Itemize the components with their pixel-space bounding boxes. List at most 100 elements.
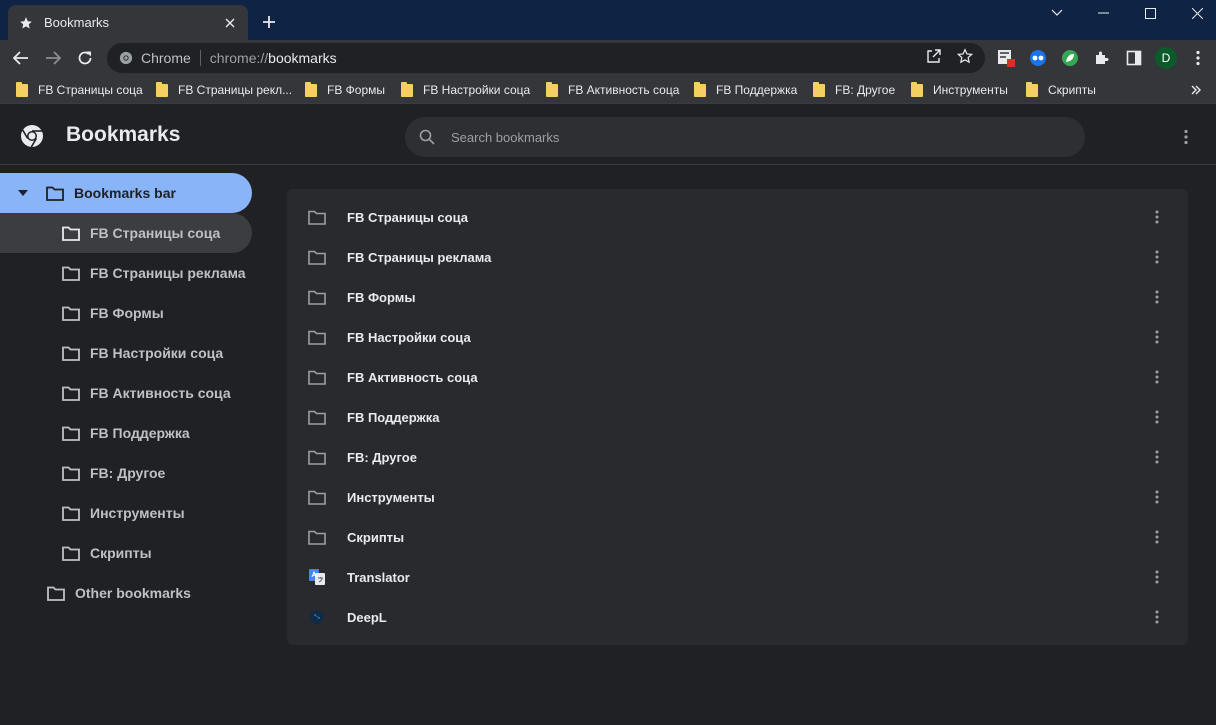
more-actions-icon[interactable] (1147, 407, 1167, 427)
tree-item-bookmarks-bar[interactable]: Bookmarks bar (0, 173, 252, 213)
caret-down-icon[interactable] (17, 187, 29, 199)
address-bar[interactable]: Chrome chrome://bookmarks (107, 43, 985, 73)
list-item[interactable]: FB Настройки соца (287, 317, 1188, 357)
tab-bookmarks[interactable]: Bookmarks (8, 5, 248, 40)
bookmark-star-icon[interactable] (956, 47, 974, 65)
reload-button[interactable] (71, 44, 99, 72)
tab-search-button[interactable] (1034, 0, 1080, 26)
tree-item[interactable]: FB Настройки соца (0, 333, 223, 373)
bookmark-folder[interactable]: FB Формы (305, 81, 385, 99)
folder-icon (62, 305, 80, 321)
bookmark-folder[interactable]: FB: Другое (813, 81, 895, 99)
url-host: bookmarks (268, 50, 337, 66)
tree-item[interactable]: FB Поддержка (0, 413, 190, 453)
bookmark-folder[interactable]: FB Страницы рекл... (156, 81, 292, 99)
list-item-label: FB Поддержка (347, 409, 440, 425)
list-item[interactable]: FB: Другое (287, 437, 1188, 477)
folder-icon (813, 81, 825, 97)
more-actions-icon[interactable] (1147, 327, 1167, 347)
forward-button[interactable] (39, 44, 67, 72)
folder-icon (308, 488, 326, 506)
more-actions-icon[interactable] (1147, 367, 1167, 387)
bookmark-folder[interactable]: FB Страницы соца (16, 81, 143, 99)
folder-icon (911, 81, 923, 97)
search-input[interactable] (451, 129, 1051, 145)
list-item[interactable]: FB Страницы реклама (287, 237, 1188, 277)
folder-icon (47, 585, 65, 601)
folder-icon (62, 225, 80, 241)
star-icon (18, 15, 34, 31)
close-window-button[interactable] (1174, 0, 1216, 26)
folder-icon (62, 265, 80, 281)
share-icon[interactable] (925, 47, 943, 65)
list-item[interactable]: Translator (287, 557, 1188, 597)
folder-icon (62, 345, 80, 361)
bookmark-folder[interactable]: FB Активность соца (546, 81, 679, 99)
search-icon (418, 128, 436, 146)
extension-glasses-icon[interactable] (1028, 48, 1048, 68)
tree-item-label: FB Страницы реклама (90, 265, 246, 281)
menu-icon[interactable] (1188, 48, 1208, 68)
folder-icon (46, 185, 64, 201)
tree-item-label: Other bookmarks (75, 585, 191, 601)
list-item-label: FB Активность соца (347, 369, 478, 385)
extension-leaf-icon[interactable] (1060, 48, 1080, 68)
folder-icon (1026, 81, 1038, 97)
tree-item[interactable]: FB Активность соца (0, 373, 231, 413)
more-actions-icon[interactable] (1147, 247, 1167, 267)
tree-item[interactable]: FB Страницы соца (0, 213, 252, 253)
list-item[interactable]: Скрипты (287, 517, 1188, 557)
more-actions-icon[interactable] (1147, 207, 1167, 227)
bookmark-folder[interactable]: Скрипты (1026, 81, 1096, 99)
more-actions-icon[interactable] (1147, 287, 1167, 307)
list-item-label: FB: Другое (347, 449, 417, 465)
bookmark-folder[interactable]: FB Настройки соца (401, 81, 530, 99)
more-actions-icon[interactable] (1147, 607, 1167, 627)
list-item[interactable]: FB Страницы соца (287, 197, 1188, 237)
tree-item-other-bookmarks[interactable]: Other bookmarks (0, 573, 191, 613)
tree-item[interactable]: Инструменты (0, 493, 185, 533)
bookmark-folder[interactable]: FB Поддержка (694, 81, 797, 99)
folder-icon (16, 81, 28, 97)
more-options-icon[interactable] (1174, 125, 1198, 149)
list-item[interactable]: DeepL (287, 597, 1188, 637)
list-item-label: DeepL (347, 609, 387, 625)
bookmarks-logo-icon (20, 124, 44, 148)
double-chevron-right-icon[interactable] (1188, 82, 1204, 98)
list-item[interactable]: Инструменты (287, 477, 1188, 517)
folder-icon (401, 81, 413, 97)
close-icon[interactable] (222, 15, 238, 31)
extensions-puzzle-icon[interactable] (1092, 48, 1112, 68)
url-scheme: chrome:// (209, 50, 269, 66)
tree-item[interactable]: Скрипты (0, 533, 152, 573)
more-actions-icon[interactable] (1147, 527, 1167, 547)
deepl-icon (308, 608, 326, 626)
more-actions-icon[interactable] (1147, 487, 1167, 507)
tree-item[interactable]: FB Страницы реклама (0, 253, 246, 293)
folder-tree: Bookmarks bar FB Страницы соца FB Страни… (0, 165, 256, 725)
minimize-button[interactable] (1080, 0, 1126, 26)
tree-item[interactable]: FB Формы (0, 293, 164, 333)
bookmarks-bar: FB Страницы соца FB Страницы рекл... FB … (0, 76, 1216, 104)
extension-translate-icon[interactable] (996, 48, 1016, 68)
list-item-label: FB Страницы реклама (347, 249, 492, 265)
list-item[interactable]: FB Поддержка (287, 397, 1188, 437)
tab-title: Bookmarks (44, 15, 110, 30)
folder-icon (305, 81, 317, 97)
new-tab-button[interactable] (258, 11, 280, 33)
bookmark-folder[interactable]: Инструменты (911, 81, 1008, 99)
more-actions-icon[interactable] (1147, 567, 1167, 587)
back-button[interactable] (7, 44, 35, 72)
list-item[interactable]: FB Формы (287, 277, 1188, 317)
folder-icon (62, 385, 80, 401)
maximize-button[interactable] (1127, 0, 1173, 26)
side-panel-icon[interactable] (1124, 48, 1144, 68)
folder-icon (62, 505, 80, 521)
folder-icon (694, 81, 706, 97)
list-item[interactable]: FB Активность соца (287, 357, 1188, 397)
more-actions-icon[interactable] (1147, 447, 1167, 467)
profile-avatar[interactable]: D (1155, 47, 1177, 69)
tree-item[interactable]: FB: Другое (0, 453, 165, 493)
folder-icon (546, 81, 558, 97)
tree-item-label: FB Формы (90, 305, 164, 321)
